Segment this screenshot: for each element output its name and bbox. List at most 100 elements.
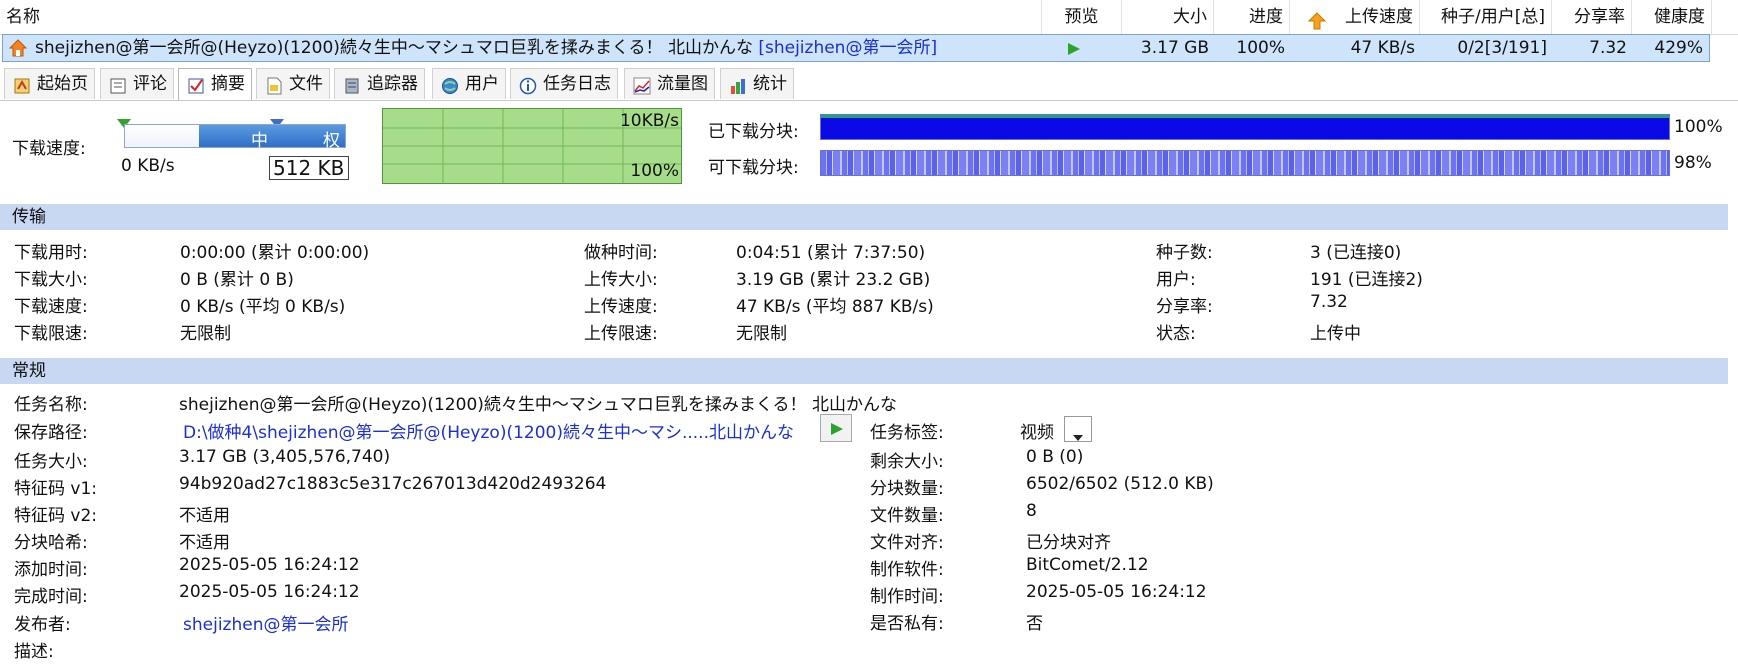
tab-traffic-graph-label: 流量图 — [657, 74, 708, 94]
save-path-link[interactable]: D:\做种4\shejizhen@第一会所@(Heyzo)(1200)続々生中～… — [183, 418, 794, 443]
slider-mid-label: 中 — [251, 131, 268, 151]
task-list-header: 名称 预览 大小 进度 上传速度 种子/用户[总] 分享率 健康度 — [0, 0, 1738, 35]
general-info-value: 2025-05-05 16:24:12 — [1026, 582, 1207, 602]
column-name[interactable]: 名称 — [0, 0, 1042, 34]
download-speed-label: 下载速度: — [12, 139, 86, 159]
transfer-download-stat-label: 下载用时: — [14, 243, 88, 263]
comment-icon — [109, 75, 127, 94]
column-progress-label: 进度 — [1249, 7, 1283, 27]
file-icon — [265, 75, 283, 95]
globe-users-icon — [441, 75, 459, 94]
transfer-upload-stat-label: 上传大小: — [584, 270, 658, 290]
column-preview[interactable]: 预览 — [1042, 0, 1122, 34]
general-info-label: 特征码 v2: — [14, 506, 98, 526]
general-info-label: 制作软件: — [870, 560, 944, 580]
task-progress: 100% — [1236, 38, 1285, 58]
info-icon — [519, 75, 537, 95]
tab-files-label: 文件 — [289, 74, 323, 94]
speed-limit-input[interactable]: 512 KB — [269, 156, 349, 180]
tab-comments-label: 评论 — [133, 74, 167, 94]
task-name-text: shejizhen@第一会所@(Heyzo)(1200)続々生中～マシュマロ巨乳… — [35, 38, 753, 58]
tab-trackers[interactable]: 追踪器 — [334, 68, 425, 99]
downloaded-pieces-fill — [821, 115, 1669, 139]
general-info-label: 文件对齐: — [870, 533, 944, 553]
tab-task-log[interactable]: 任务日志 — [510, 68, 618, 99]
detail-tabs: 起始页 评论 摘要 文件 追踪器 用户 任务日志 流量图 统计 — [0, 66, 1738, 101]
general-info-value: BitComet/2.12 — [1026, 555, 1149, 575]
transfer-upload-stat-value: 无限制 — [736, 324, 787, 344]
task-tag-dropdown[interactable] — [1064, 416, 1092, 442]
tab-home[interactable]: 起始页 — [4, 68, 95, 99]
current-download-speed: 0 KB/s — [121, 156, 175, 176]
tab-summary[interactable]: 摘要 — [178, 68, 252, 100]
column-health[interactable]: 健康度 — [1632, 0, 1712, 34]
task-health: 429% — [1654, 38, 1703, 58]
transfer-swarm-stat-label: 用户: — [1156, 270, 1196, 290]
general-info-label: 制作时间: — [870, 587, 944, 607]
column-health-label: 健康度 — [1654, 7, 1705, 27]
task-name-cell: shejizhen@第一会所@(Heyzo)(1200)続々生中～マシュマロ巨乳… — [29, 35, 1043, 61]
general-info-value: 不适用 — [179, 533, 230, 553]
open-folder-button[interactable] — [820, 414, 852, 442]
tab-task-log-label: 任务日志 — [543, 74, 611, 94]
general-info-label: 文件数量: — [870, 506, 944, 526]
play-icon — [830, 421, 844, 441]
transfer-upload-stat-label: 做种时间: — [584, 243, 658, 263]
slider-high-label: 权 — [323, 131, 340, 151]
transfer-download-stat-value: 0 B (累计 0 B) — [180, 270, 294, 290]
column-size-label: 大小 — [1173, 7, 1207, 27]
column-seeds-peers[interactable]: 种子/用户[总] — [1420, 0, 1552, 34]
column-progress[interactable]: 进度 — [1214, 0, 1290, 34]
preview-play-icon[interactable] — [1067, 41, 1081, 61]
column-name-label: 名称 — [6, 7, 40, 27]
tab-statistics-label: 统计 — [753, 74, 787, 94]
transfer-download-stat-value: 0:00:00 (累计 0:00:00) — [180, 243, 370, 263]
transfer-upload-stat-value: 47 KB/s (平均 887 KB/s) — [736, 297, 934, 317]
upload-task-icon — [8, 39, 28, 57]
general-info-label: 任务大小: — [14, 452, 88, 472]
general-section-title: 常规 — [12, 361, 46, 381]
transfer-download-stat-label: 下载速度: — [14, 297, 88, 317]
column-size[interactable]: 大小 — [1122, 0, 1214, 34]
column-ratio-label: 分享率 — [1574, 7, 1625, 27]
chevron-down-icon — [1073, 426, 1083, 446]
publisher-link[interactable]: shejizhen@第一会所 — [183, 610, 348, 635]
tab-traffic-graph[interactable]: 流量图 — [624, 68, 715, 99]
general-info-value: 不适用 — [179, 506, 230, 526]
description-label: 描述: — [14, 642, 54, 662]
column-preview-label: 预览 — [1064, 7, 1099, 27]
transfer-upload-stat-value: 3.19 GB (累计 23.2 GB) — [736, 270, 931, 290]
transfer-section-header: 传输 — [0, 204, 1728, 230]
task-publisher-link[interactable]: [shejizhen@第一会所] — [758, 38, 937, 58]
downloaded-pieces-label: 已下载分块: — [708, 122, 799, 142]
downloaded-pieces-bar — [820, 114, 1670, 140]
column-seeds-peers-label: 种子/用户[总] — [1441, 7, 1545, 27]
transfer-swarm-stat-value: 191 (已连接2) — [1310, 270, 1423, 290]
general-info-label: 分块数量: — [870, 479, 944, 499]
tab-files[interactable]: 文件 — [256, 68, 330, 99]
tab-statistics[interactable]: 统计 — [720, 68, 794, 99]
task-row-selected[interactable]: shejizhen@第一会所@(Heyzo)(1200)続々生中～マシュマロ巨乳… — [2, 34, 1710, 62]
transfer-swarm-stat-label: 种子数: — [1156, 243, 1213, 263]
transfer-swarm-stat-label: 状态: — [1156, 324, 1196, 344]
speed-limit-slider[interactable]: 中 权 — [124, 124, 346, 151]
speed-mini-graph: 10KB/s 100% — [382, 108, 682, 184]
tab-comments[interactable]: 评论 — [100, 68, 174, 99]
general-info-value: 2025-05-05 16:24:12 — [179, 555, 360, 575]
transfer-swarm-stat-value: 上传中 — [1310, 324, 1361, 344]
column-upload-speed[interactable]: 上传速度 — [1290, 0, 1420, 34]
general-section-header: 常规 — [0, 358, 1728, 384]
tab-peers[interactable]: 用户 — [432, 68, 506, 99]
transfer-swarm-stat-value: 7.32 — [1310, 292, 1348, 312]
tab-summary-label: 摘要 — [211, 74, 245, 94]
available-pieces-bar — [820, 150, 1670, 176]
general-info-value: 0 B (0) — [1026, 447, 1084, 467]
task-ratio: 7.32 — [1589, 38, 1627, 58]
general-info-label: 完成时间: — [14, 587, 88, 607]
general-info-label: 分块哈希: — [14, 533, 88, 553]
tab-trackers-label: 追踪器 — [367, 74, 418, 94]
task-seeds-peers: 0/2[3/191] — [1457, 38, 1547, 58]
column-ratio[interactable]: 分享率 — [1552, 0, 1632, 34]
transfer-download-stat-value: 无限制 — [180, 324, 231, 344]
task-tag-label: 任务标签: — [870, 423, 944, 443]
